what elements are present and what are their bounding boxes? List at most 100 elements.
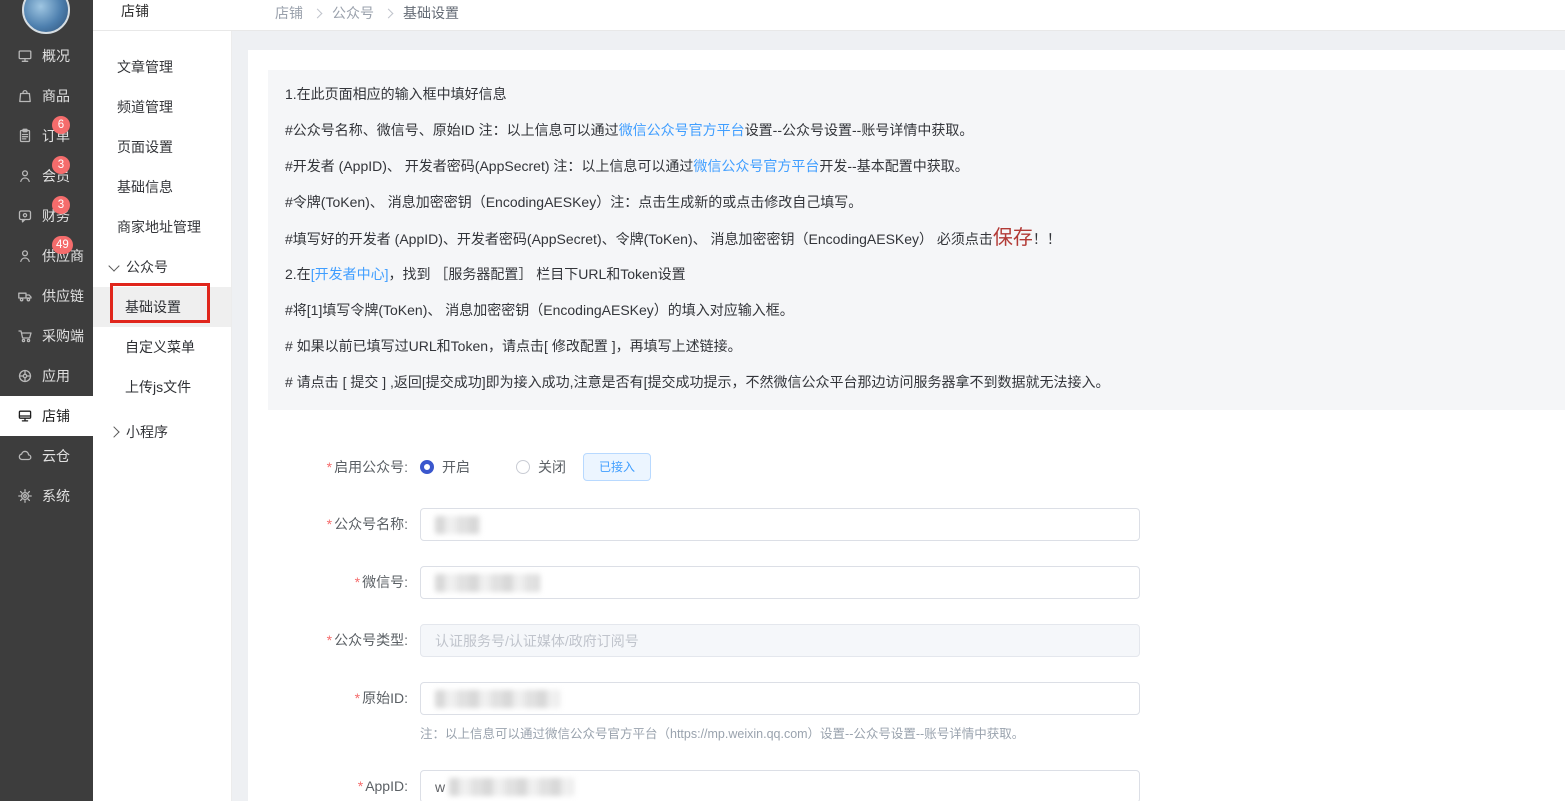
submenu-group-label: 公众号 bbox=[126, 257, 168, 277]
account-type-label: *公众号类型: bbox=[248, 624, 408, 657]
required-asterisk: * bbox=[355, 690, 360, 706]
sidebar-item-supply-chain[interactable]: 供应链 bbox=[0, 276, 93, 316]
submenu-title: 店铺 bbox=[121, 1, 149, 21]
sidebar-item-label: 概况 bbox=[42, 46, 70, 66]
instruction-text: 1.在此页面相应的输入框中填好信息 bbox=[285, 86, 507, 102]
shop-monitor-icon bbox=[17, 408, 33, 424]
original-id-input[interactable] bbox=[420, 682, 1140, 715]
submenu-item-upload-js[interactable]: 上传js文件 bbox=[93, 367, 231, 407]
instruction-text: 设置--公众号设置--账号详情中获取。 bbox=[745, 122, 974, 138]
apps-wheel-icon bbox=[17, 368, 33, 384]
breadcrumb-basic-settings: 基础设置 bbox=[403, 3, 459, 23]
secondary-sidebar-menu: 文章管理 频道管理 页面设置 基础信息 商家地址管理 公众号 基础设置 自定义菜… bbox=[93, 31, 231, 452]
submenu-item-channel-management[interactable]: 频道管理 bbox=[93, 87, 231, 127]
submenu-item-article-management[interactable]: 文章管理 bbox=[93, 47, 231, 87]
gear-icon bbox=[17, 488, 33, 504]
enable-radio-group: 开启 关闭 bbox=[420, 453, 566, 481]
required-asterisk: * bbox=[327, 516, 332, 532]
sidebar-item-label: 商品 bbox=[42, 86, 70, 106]
instruction-line: #填写好的开发者 (AppID)、开发者密码(AppSecret)、令牌(ToK… bbox=[268, 220, 1565, 256]
submenu-item-basic-info[interactable]: 基础信息 bbox=[93, 167, 231, 207]
instruction-line: # 请点击 [ 提交 ] ,返回[提交成功]即为接入成功,注意是否有[提交成功提… bbox=[268, 364, 1565, 400]
settings-card: 1.在此页面相应的输入框中填好信息 #公众号名称、微信号、原始ID 注：以上信息… bbox=[248, 50, 1565, 801]
top-header-bar: 店铺 店铺 公众号 基础设置 bbox=[93, 0, 1565, 31]
members-user-icon bbox=[17, 168, 33, 184]
submenu-item-merchant-address[interactable]: 商家地址管理 bbox=[93, 207, 231, 247]
sidebar-item-finance[interactable]: 财务 3 bbox=[0, 196, 93, 236]
app-id-input[interactable]: w bbox=[420, 770, 1140, 801]
app-window: 概况 商品 订单 6 会员 3 bbox=[0, 0, 1565, 801]
instruction-text: #公众号名称、微信号、原始ID 注：以上信息可以通过 bbox=[285, 122, 619, 138]
account-name-input[interactable] bbox=[420, 508, 1140, 541]
redacted-value bbox=[435, 690, 560, 708]
breadcrumb-official-account[interactable]: 公众号 bbox=[332, 3, 374, 23]
secondary-sidebar: 文章管理 频道管理 页面设置 基础信息 商家地址管理 公众号 基础设置 自定义菜… bbox=[93, 31, 232, 801]
breadcrumb: 店铺 公众号 基础设置 bbox=[275, 3, 459, 23]
instruction-line: #公众号名称、微信号、原始ID 注：以上信息可以通过微信公众号官方平台设置--公… bbox=[268, 112, 1565, 148]
avatar[interactable] bbox=[22, 0, 70, 34]
submenu-group-mini-program[interactable]: 小程序 bbox=[93, 412, 231, 452]
supplier-user-icon bbox=[17, 248, 33, 264]
official-platform-link[interactable]: 微信公众号官方平台 bbox=[693, 158, 819, 174]
primary-sidebar: 概况 商品 订单 6 会员 3 bbox=[0, 0, 93, 801]
developer-center-link[interactable]: [开发者中心] bbox=[311, 266, 389, 282]
instruction-line: #将[1]填写令牌(ToKen)、 消息加密密钥（EncodingAESKey）… bbox=[268, 292, 1565, 328]
sidebar-item-system[interactable]: 系统 bbox=[0, 476, 93, 516]
official-platform-link[interactable]: 微信公众号官方平台 bbox=[619, 122, 745, 138]
required-asterisk: * bbox=[327, 632, 332, 648]
procurement-cart-icon bbox=[17, 328, 33, 344]
redacted-value bbox=[435, 516, 480, 534]
app-id-label: *AppID: bbox=[248, 770, 408, 801]
sidebar-item-members[interactable]: 会员 3 bbox=[0, 156, 93, 196]
submenu-item-basic-settings[interactable]: 基础设置 bbox=[93, 287, 231, 327]
sidebar-item-orders[interactable]: 订单 6 bbox=[0, 116, 93, 156]
cloud-icon bbox=[17, 448, 33, 464]
original-id-note: 注：以上信息可以通过微信公众号官方平台（https://mp.weixin.qq… bbox=[420, 723, 1024, 742]
chevron-down-icon bbox=[108, 260, 119, 271]
save-emphasis-text: 保存 bbox=[993, 227, 1033, 249]
instruction-line: #令牌(ToKen)、 消息加密密钥（EncodingAESKey）注：点击生成… bbox=[268, 184, 1565, 220]
breadcrumb-shop[interactable]: 店铺 bbox=[275, 3, 303, 23]
instruction-text: ！！ bbox=[1033, 231, 1061, 247]
radio-off-label[interactable]: 关闭 bbox=[538, 457, 566, 477]
form-row-account-type: *公众号类型: 认证服务号/认证媒体/政府订阅号 bbox=[248, 624, 1565, 657]
sidebar-item-label: 采购端 bbox=[42, 326, 84, 346]
instruction-text: #开发者 (AppID)、 开发者密码(AppSecret) 注：以上信息可以通… bbox=[285, 158, 693, 174]
sidebar-item-label: 店铺 bbox=[42, 406, 70, 426]
goods-bag-icon bbox=[17, 88, 33, 104]
account-type-placeholder: 认证服务号/认证媒体/政府订阅号 bbox=[435, 631, 639, 651]
form-row-app-id: *AppID: w bbox=[248, 770, 1565, 801]
redacted-value bbox=[449, 778, 574, 796]
account-type-input[interactable]: 认证服务号/认证媒体/政府订阅号 bbox=[420, 624, 1140, 657]
sidebar-item-label: 供应链 bbox=[42, 286, 84, 306]
sidebar-item-label: 应用 bbox=[42, 366, 70, 386]
supply-chain-truck-icon bbox=[17, 288, 33, 304]
required-asterisk: * bbox=[355, 574, 360, 590]
radio-off[interactable] bbox=[516, 460, 530, 474]
chevron-right-icon bbox=[384, 9, 394, 19]
instruction-line: #开发者 (AppID)、 开发者密码(AppSecret) 注：以上信息可以通… bbox=[268, 148, 1565, 184]
submenu-item-custom-menu[interactable]: 自定义菜单 bbox=[93, 327, 231, 367]
radio-on[interactable] bbox=[420, 460, 434, 474]
sidebar-item-overview[interactable]: 概况 bbox=[0, 36, 93, 76]
form-row-original-id: *原始ID: bbox=[248, 682, 1565, 715]
sidebar-item-procurement[interactable]: 采购端 bbox=[0, 316, 93, 356]
sidebar-item-shop[interactable]: 店铺 bbox=[0, 396, 93, 436]
submenu-group-official-account[interactable]: 公众号 bbox=[93, 247, 231, 287]
sidebar-item-goods[interactable]: 商品 bbox=[0, 76, 93, 116]
instruction-text: 2.在 bbox=[285, 266, 311, 282]
instruction-line: 1.在此页面相应的输入框中填好信息 bbox=[268, 76, 1565, 112]
sidebar-item-supplier[interactable]: 供应商 49 bbox=[0, 236, 93, 276]
sidebar-item-label: 系统 bbox=[42, 486, 70, 506]
radio-on-label[interactable]: 开启 bbox=[442, 457, 470, 477]
connected-status-button[interactable]: 已接入 bbox=[583, 453, 651, 481]
redacted-value bbox=[435, 574, 540, 592]
wechat-id-input[interactable] bbox=[420, 566, 1140, 599]
instruction-text: # 请点击 [ 提交 ] ,返回[提交成功]即为接入成功,注意是否有[提交成功提… bbox=[285, 374, 1109, 390]
enable-label: *启用公众号: bbox=[248, 453, 408, 481]
form-row-account-name: *公众号名称: bbox=[248, 508, 1565, 541]
original-id-label: *原始ID: bbox=[248, 682, 408, 715]
sidebar-item-cloud-warehouse[interactable]: 云仓 bbox=[0, 436, 93, 476]
sidebar-item-apps[interactable]: 应用 bbox=[0, 356, 93, 396]
submenu-item-page-settings[interactable]: 页面设置 bbox=[93, 127, 231, 167]
